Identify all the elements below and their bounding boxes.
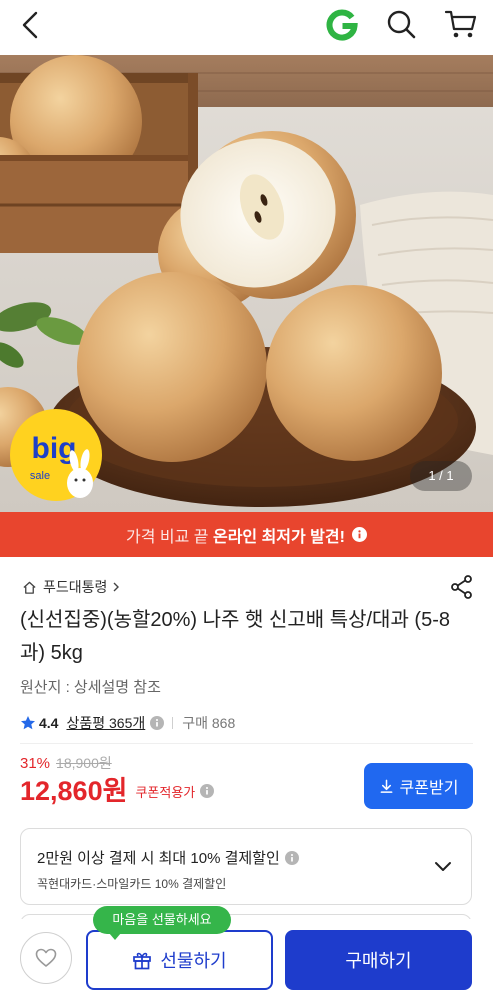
discount-row: 31% 18,900원 (20, 753, 112, 773)
coupon-price-note: 쿠폰적용가 (135, 784, 196, 800)
search-icon[interactable] (385, 8, 417, 40)
star-icon (20, 715, 36, 731)
home-icon (22, 580, 37, 595)
payment-benefit-card[interactable]: 2만원 이상 결제 시 최대 10% 결제할인 꼭현대카드·스마일카드 10% … (20, 828, 472, 905)
product-photo: big sale (0, 55, 493, 512)
cart-icon[interactable] (444, 8, 478, 40)
final-price: 12,860원 (20, 776, 128, 806)
wishlist-button[interactable] (20, 932, 72, 984)
chevron-right-icon (111, 582, 121, 592)
gmarket-logo[interactable] (325, 8, 359, 42)
download-icon (379, 779, 394, 794)
product-title: (신선집중)(농할20%) 나주 햇 신고배 특상/대과 (5-8과) 5kg (20, 609, 450, 664)
heart-icon (34, 946, 58, 970)
reviews-link[interactable]: 상품평 365개 (66, 713, 145, 733)
purchase-count: 구매 868 (182, 715, 236, 731)
buy-button[interactable]: 구매하기 (285, 930, 472, 990)
rating-row: 4.4 상품평 365개 구매 868 (20, 713, 235, 733)
gift-icon (132, 950, 152, 970)
svg-text:big: big (32, 432, 77, 465)
banner-highlight: 온라인 최저가 발견! (212, 528, 345, 546)
top-header (0, 0, 493, 53)
discount-rate: 31% (20, 755, 51, 772)
store-link[interactable]: 푸드대통령 (22, 576, 121, 598)
get-coupon-label: 쿠폰받기 (399, 780, 459, 797)
original-price: 18,900원 (56, 755, 112, 771)
divider (172, 717, 174, 729)
lowest-price-banner[interactable]: 가격 비교 끝 온라인 최저가 발견! (0, 512, 493, 557)
info-icon[interactable] (150, 716, 165, 730)
benefit-detail: 꼭현대카드·스마일카드 10% 결제할인 (37, 877, 227, 891)
benefit-headline: 2만원 이상 결제 시 최대 10% 결제할인 (37, 850, 280, 867)
info-icon[interactable] (351, 527, 367, 542)
store-name: 푸드대통령 (43, 579, 108, 595)
big-sale-badge: big sale (10, 409, 102, 501)
section-divider (20, 743, 473, 744)
rating-score: 4.4 (39, 715, 59, 731)
product-image-carousel[interactable]: big sale 1 / 1 (0, 55, 493, 512)
product-origin: 원산지 : 상세설명 참조 (20, 679, 161, 696)
banner-prefix: 가격 비교 끝 (126, 528, 213, 546)
gift-tooltip: 마음을 선물하세요 (93, 906, 231, 940)
price-row: 12,860원 쿠폰적용가 (20, 773, 215, 809)
get-coupon-button[interactable]: 쿠폰받기 (364, 763, 473, 809)
chevron-down-icon[interactable] (433, 856, 453, 876)
gift-label: 선물하기 (160, 951, 227, 971)
share-icon[interactable] (449, 574, 475, 600)
info-icon[interactable] (284, 850, 299, 865)
image-counter: 1 / 1 (410, 461, 472, 491)
svg-text:sale: sale (30, 470, 50, 482)
chevron-left-icon[interactable] (17, 10, 45, 40)
info-icon[interactable] (200, 784, 215, 798)
